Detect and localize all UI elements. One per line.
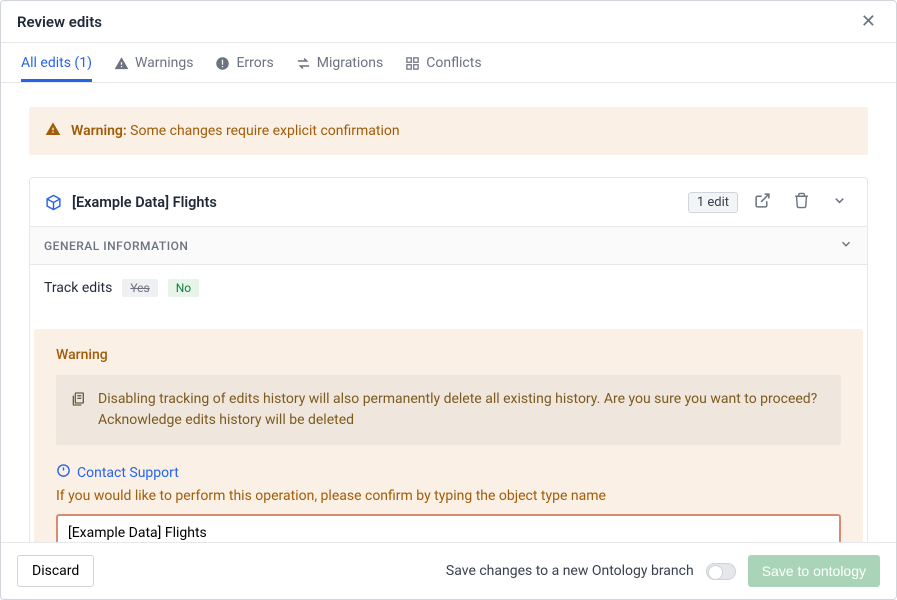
- tab-all-edits[interactable]: All edits (1): [21, 43, 92, 82]
- migrations-icon: [296, 56, 311, 71]
- track-option-yes[interactable]: Yes: [122, 279, 157, 297]
- warning-banner-prefix: Warning:: [71, 123, 127, 139]
- warning-line-2: Acknowledge edits history will be delete…: [98, 410, 817, 431]
- inner-warning-container: Warning Disabling tracking of edits hist…: [34, 329, 863, 542]
- trash-icon: [793, 192, 810, 212]
- tab-warnings[interactable]: Warnings: [114, 43, 194, 82]
- branch-toggle[interactable]: [706, 563, 736, 580]
- section-body: Track edits Yes No: [30, 264, 867, 315]
- warning-line-1: Disabling tracking of edits history will…: [98, 389, 817, 410]
- expand-button[interactable]: [826, 189, 853, 215]
- tab-migrations-label: Migrations: [317, 55, 384, 71]
- confirm-instruction: If you would like to perform this operat…: [56, 488, 841, 504]
- close-icon: ✕: [861, 11, 876, 31]
- conflicts-icon: [405, 56, 420, 71]
- modal-footer: Discard Save changes to a new Ontology b…: [1, 542, 896, 599]
- object-title: [Example Data] Flights: [72, 194, 678, 211]
- support-icon: [56, 463, 71, 482]
- warning-triangle-icon: [114, 56, 129, 71]
- modal-header: Review edits ✕: [1, 1, 896, 43]
- confirm-input[interactable]: [56, 514, 841, 542]
- section-label: GENERAL INFORMATION: [44, 239, 188, 253]
- tab-errors[interactable]: Errors: [215, 43, 273, 82]
- chevron-down-icon: [839, 237, 853, 254]
- tab-errors-label: Errors: [236, 55, 273, 71]
- edit-count-badge: 1 edit: [688, 192, 738, 213]
- contact-support-link[interactable]: Contact Support: [56, 463, 841, 482]
- open-external-button[interactable]: [748, 188, 777, 216]
- warning-banner-msg: Some changes require explicit confirmati…: [127, 123, 400, 139]
- warning-box-title: Warning: [56, 347, 841, 363]
- section-header[interactable]: GENERAL INFORMATION: [30, 226, 867, 264]
- branch-toggle-label: Save changes to a new Ontology branch: [446, 563, 694, 579]
- object-card: [Example Data] Flights 1 edit: [29, 177, 868, 542]
- review-edits-modal: Review edits ✕ All edits (1) Warnings Er…: [0, 0, 897, 600]
- warning-banner: Warning: Some changes require explicit c…: [29, 107, 868, 155]
- tab-conflicts-label: Conflicts: [426, 55, 481, 71]
- modal-title: Review edits: [17, 13, 102, 31]
- track-option-no[interactable]: No: [168, 279, 199, 297]
- cube-icon: [44, 193, 62, 211]
- tab-conflicts[interactable]: Conflicts: [405, 43, 481, 82]
- discard-button[interactable]: Discard: [17, 555, 94, 587]
- object-card-header: [Example Data] Flights 1 edit: [30, 178, 867, 226]
- warning-banner-text: Warning: Some changes require explicit c…: [71, 123, 400, 139]
- chevron-down-icon: [832, 193, 847, 211]
- delete-button[interactable]: [787, 188, 816, 216]
- document-icon: [70, 391, 86, 431]
- track-edits-row: Track edits Yes No: [44, 279, 853, 301]
- warning-triangle-icon: [45, 121, 61, 141]
- close-button[interactable]: ✕: [857, 11, 880, 32]
- contact-support-label: Contact Support: [77, 465, 179, 481]
- warning-box: Warning Disabling tracking of edits hist…: [34, 329, 863, 542]
- warning-message: Disabling tracking of edits history will…: [56, 375, 841, 445]
- content-area: Warning: Some changes require explicit c…: [1, 83, 896, 542]
- save-button[interactable]: Save to ontology: [748, 555, 880, 587]
- footer-right: Save changes to a new Ontology branch Sa…: [446, 555, 880, 587]
- track-edits-label: Track edits: [44, 280, 112, 296]
- error-circle-icon: [215, 56, 230, 71]
- tab-all-edits-label: All edits (1): [21, 55, 92, 71]
- tabs: All edits (1) Warnings Errors Migrations…: [1, 43, 896, 83]
- warning-message-text: Disabling tracking of edits history will…: [98, 389, 817, 431]
- external-link-icon: [754, 192, 771, 212]
- tab-migrations[interactable]: Migrations: [296, 43, 384, 82]
- tab-warnings-label: Warnings: [135, 55, 194, 71]
